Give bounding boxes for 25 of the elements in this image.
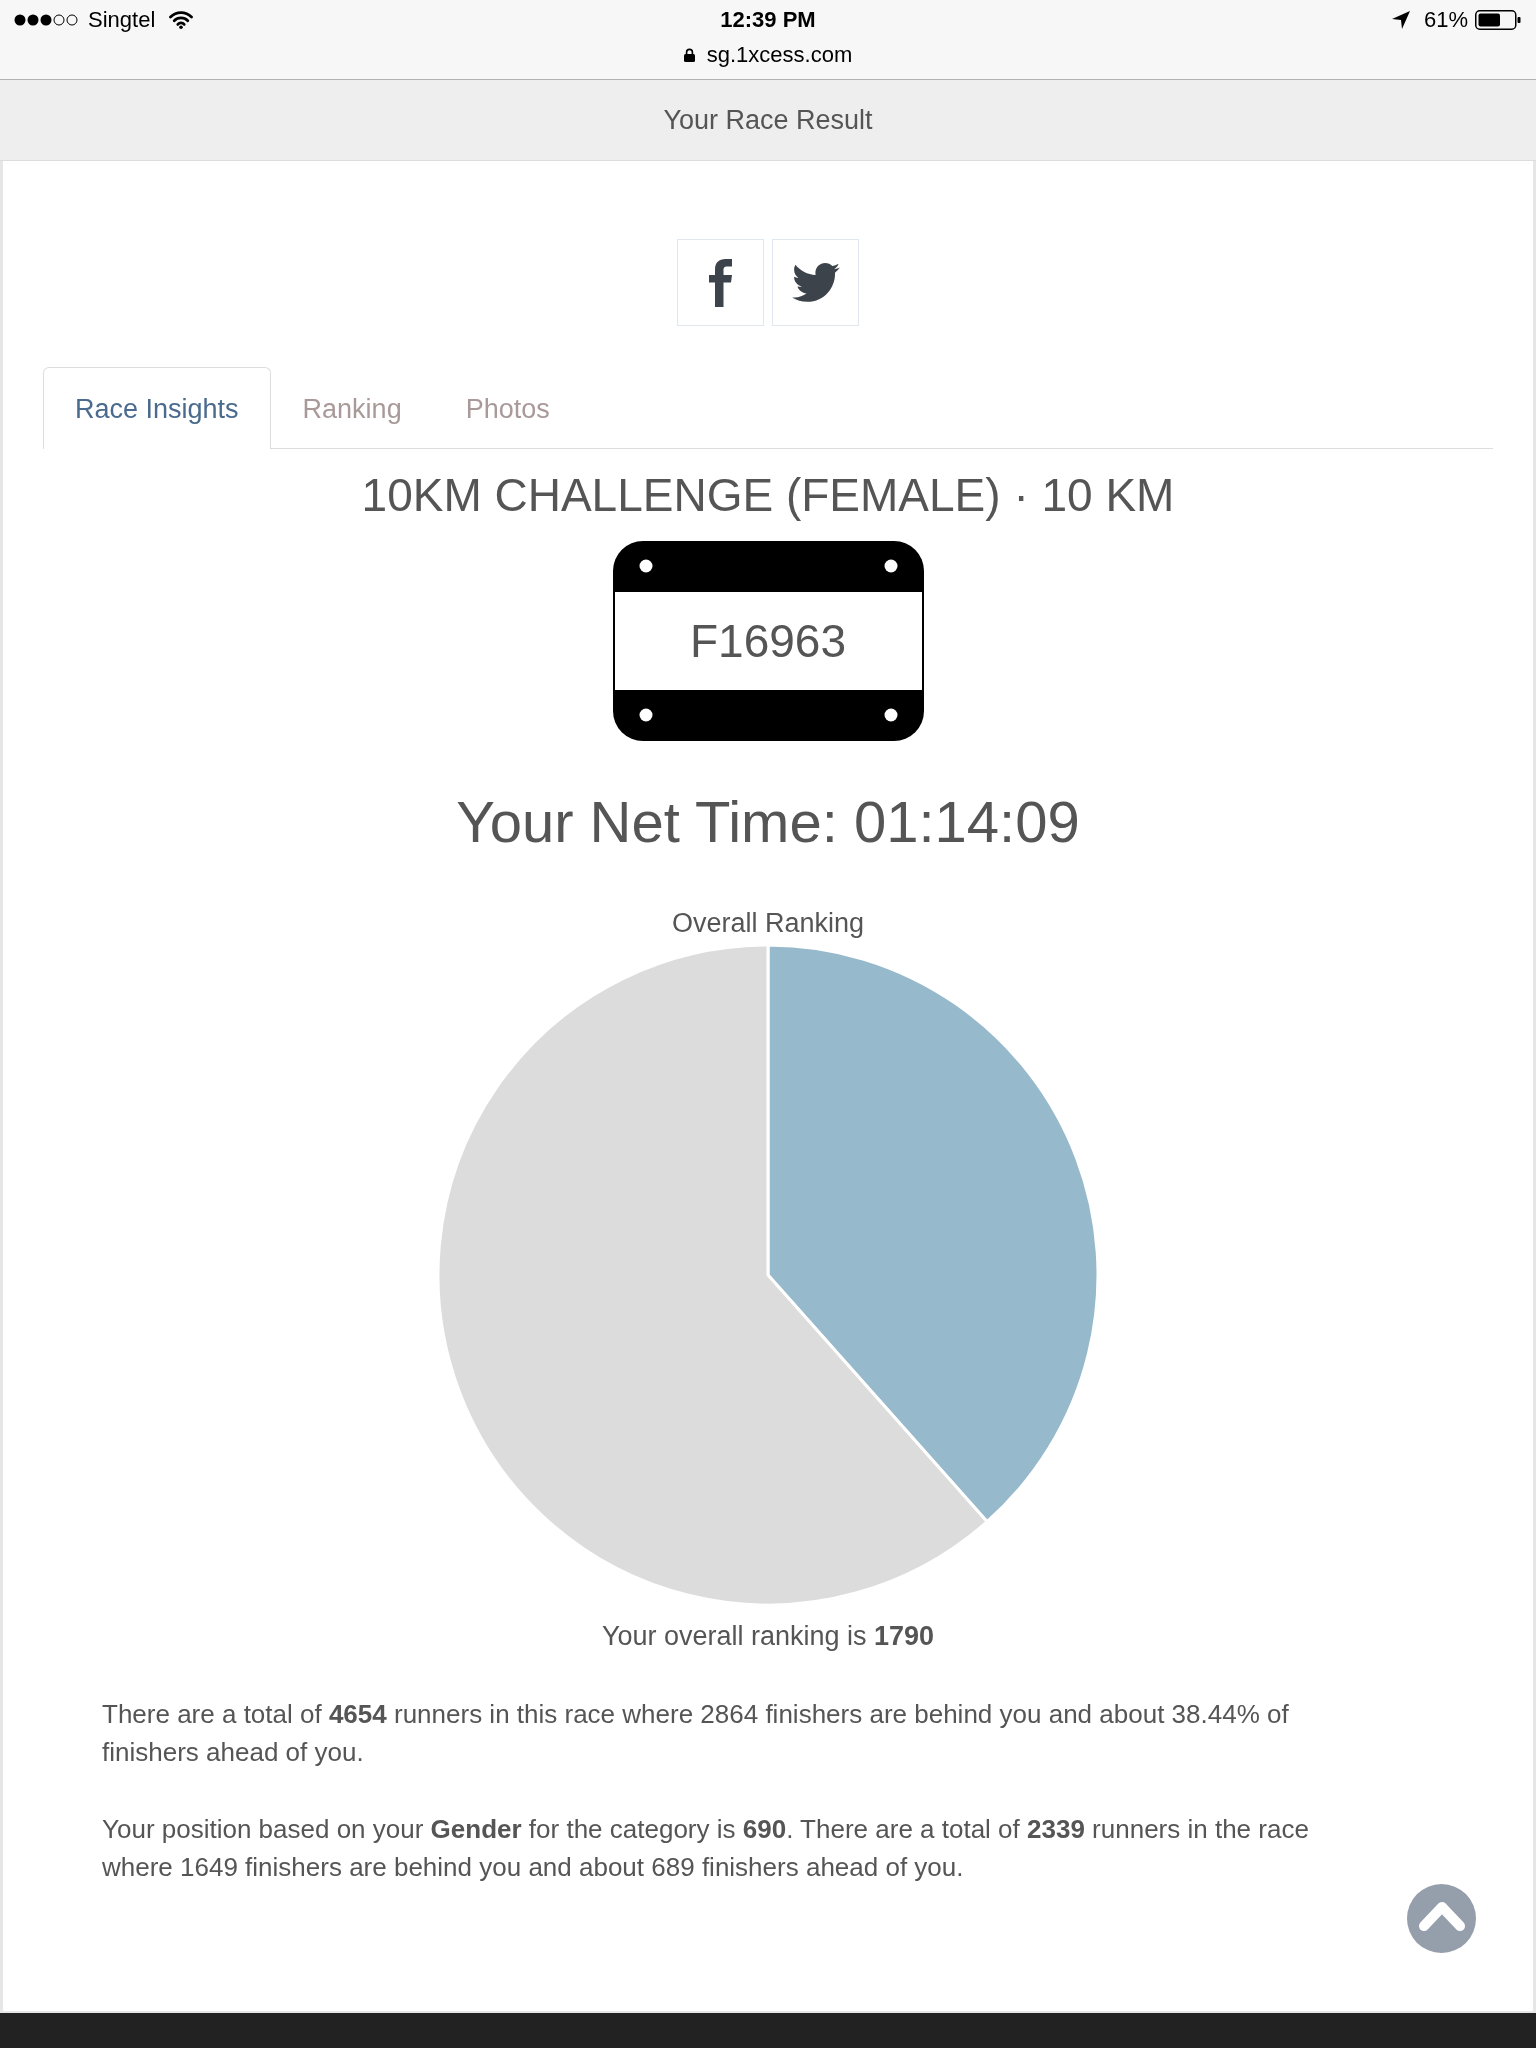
result-paragraph: There are a total of 4654 runners in this race where 2864 finishers are behind you and about 38.44% of finishers ahead of you. <box>102 1698 1290 1769</box>
battery-percent: 61% <box>1423 9 1468 31</box>
location-arrow-icon <box>1391 11 1410 29</box>
page-title: Your Race Result <box>663 104 873 136</box>
tab[interactable]: Photos <box>433 367 582 449</box>
lock-icon <box>683 48 695 62</box>
carrier-name: Singtel <box>88 9 156 31</box>
chart-title: Overall Ranking <box>671 907 865 939</box>
page-url: sg.1xcess.com <box>706 42 853 68</box>
facebook-icon <box>708 258 733 307</box>
bib-number: F16963 <box>690 614 846 668</box>
tab[interactable]: Race Insights <box>43 367 271 449</box>
wifi-icon <box>169 11 194 29</box>
result-paragraph: Your position based on your Gender for the category is 690. There are a total of 2339 runners in the race where 1649 finishers are behind you and about 689 finishers ahead of you. <box>102 1813 1310 1884</box>
twitter-bird-icon <box>791 263 840 302</box>
net-time: Your Net Time: 01:14:09 <box>456 788 1080 856</box>
battery-icon <box>1475 10 1521 30</box>
signal-icon <box>14 14 78 26</box>
tab[interactable]: Ranking <box>270 367 434 449</box>
race-category: 10KM CHALLENGE (FEMALE) · 10 KM <box>361 468 1175 523</box>
ranking-summary: Your overall ranking is 1790 <box>601 1620 935 1652</box>
clock-time: 12:39 PM <box>720 8 816 32</box>
twitter-share-button[interactable] <box>772 239 859 326</box>
facebook-share-button[interactable] <box>677 239 764 326</box>
chevron-up-icon <box>1418 1900 1465 1931</box>
